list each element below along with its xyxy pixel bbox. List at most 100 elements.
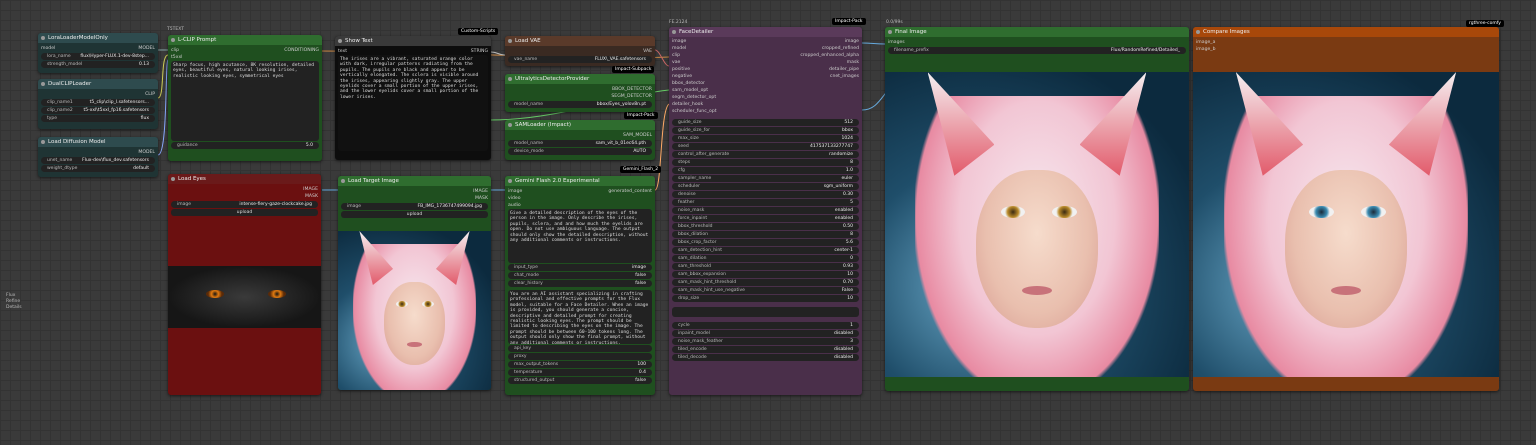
widget-bbox-crop-factor[interactable]: bbox_crop_factor 5.6	[672, 239, 859, 246]
widget-cfg[interactable]: cfg 1.0	[672, 167, 859, 174]
node-title[interactable]: SAMLoader (Impact)	[505, 120, 655, 130]
prompt-textarea[interactable]: Sharp focus, high acutance, 8K resolutio…	[171, 61, 319, 141]
widget-tiled-encode[interactable]: tiled_encode disabled	[672, 346, 859, 353]
input-port[interactable]: positive	[672, 66, 717, 73]
input-port[interactable]: segm_detector_opt	[672, 94, 717, 101]
output-bbox-detector[interactable]: BBOX_DETECTOR	[612, 86, 652, 93]
widget-guide-size-for[interactable]: guide_size_for bbox	[672, 127, 859, 134]
widget-force-inpaint[interactable]: force_inpaint enabled	[672, 215, 859, 222]
load-vae-node[interactable]: Load VAE VAE vae_name FLUX\_VAE.safetenso…	[505, 36, 655, 66]
output-port[interactable]: cropped_enhanced_alpha	[800, 52, 859, 59]
output-conditioning[interactable]: CONDITIONING	[284, 47, 319, 54]
input-port[interactable]: negative	[672, 73, 717, 80]
input-port[interactable]: clip	[672, 52, 717, 59]
widget-sam-threshold[interactable]: sam_threshold 0.93	[672, 263, 859, 270]
output-port[interactable]: detailer_pipe	[800, 66, 859, 73]
face-detailer-node[interactable]: FaceDetailer image model clip vae positive ne…	[669, 27, 862, 395]
input-port[interactable]: vae	[672, 59, 717, 66]
node-title[interactable]: DualCLIPLoader	[38, 79, 158, 89]
widget-clip-name2[interactable]: clip_name2 t5-xxl\t5xxl_fp16.safetensors	[41, 107, 155, 114]
node-title[interactable]: Final Image	[885, 27, 1189, 37]
widget-filename-prefix[interactable]: filename_prefix Flux/RandomRefined/Detail…	[888, 47, 1186, 54]
input-image-b[interactable]: image_b	[1196, 46, 1216, 53]
ultralytics-detector-node[interactable]: UltralyticsDetectorProvider BBOX_DETECTO…	[505, 74, 655, 112]
compare-images-node[interactable]: Compare Images image_a image_b	[1193, 27, 1499, 391]
widget-noise-mask[interactable]: noise_mask enabled	[672, 207, 859, 214]
widget-sampler-name[interactable]: sampler_name euler	[672, 175, 859, 182]
widget-model-name[interactable]: model_name bbox/Eyes_yolov8n.pt	[508, 101, 652, 108]
widget-scheduler[interactable]: scheduler sgm_uniform	[672, 183, 859, 190]
widget-bbox-dilation[interactable]: bbox_dilation 8	[672, 231, 859, 238]
node-title[interactable]: UltralyticsDetectorProvider	[505, 74, 655, 84]
widget-bbox-threshold[interactable]: bbox_threshold 0.50	[672, 223, 859, 230]
final-image-node[interactable]: Final Image images filename_prefix Flux/R…	[885, 27, 1189, 391]
input-port[interactable]: bbox_detector	[672, 80, 717, 87]
widget-api-key[interactable]: api_key	[508, 345, 652, 352]
widget-control-after-generate[interactable]: control_after_generate randomize	[672, 151, 859, 158]
gemini-flash-node[interactable]: Gemini Flash 2.0 Experimental image gener…	[505, 176, 655, 395]
system-prompt-textarea[interactable]: You are an AI assistant specializing in …	[508, 290, 652, 344]
output-vae[interactable]: VAE	[643, 48, 652, 55]
widget-vae-name[interactable]: vae_name FLUX\_VAE.safetensors	[508, 56, 652, 63]
input-t5xxl[interactable]: t5xxl	[171, 54, 182, 61]
widget-max-size[interactable]: max_size 1024	[672, 135, 859, 142]
widget-seed[interactable]: seed 417537133277747	[672, 143, 859, 150]
widget-lora-name[interactable]: lora_name flux\Hyper-FLUX.1-dev-8step...	[41, 53, 155, 60]
widget-guidance[interactable]: guidance 5.0	[171, 142, 319, 149]
widget-guide-size[interactable]: guide_size 512	[672, 119, 859, 126]
output-segm-detector[interactable]: SEGM_DETECTOR	[611, 93, 652, 100]
output-mask[interactable]: MASK	[475, 195, 488, 202]
widget-tiled-decode[interactable]: tiled_decode disabled	[672, 354, 859, 361]
load-target-image-node[interactable]: Load Target Image IMAGE MASK image FB_IMG…	[338, 176, 491, 390]
widget-model-name[interactable]: model_name sam_vit_b_01ec64.pth	[508, 140, 652, 147]
dual-clip-loader-node[interactable]: DualCLIPLoader CLIP clip_name1 t5_clip\cl…	[38, 79, 158, 129]
load-diffusion-model-node[interactable]: Load Diffusion Model MODEL unet_name Flux…	[38, 137, 158, 177]
node-title[interactable]: Compare Images	[1193, 27, 1499, 37]
output-clip[interactable]: CLIP	[145, 91, 155, 98]
input-port[interactable]: detailer_hook	[672, 101, 717, 108]
widget-sam-mask-hint-use-negative[interactable]: sam_mask_hint_use_negative False	[672, 287, 859, 294]
widget-chat-mode[interactable]: chat_mode false	[508, 272, 652, 279]
output-model[interactable]: MODEL	[138, 45, 155, 52]
node-title[interactable]: Show Text	[335, 36, 491, 46]
widget-structured-output[interactable]: structured_output false	[508, 377, 652, 384]
input-video[interactable]: video	[508, 195, 521, 202]
widget-image[interactable]: image FB_IMG_1736747499094.jpg	[341, 203, 488, 210]
node-title[interactable]: L-CLIP Prompt	[168, 35, 322, 45]
output-model[interactable]: MODEL	[138, 149, 155, 156]
node-title[interactable]: Load Eyes	[168, 174, 321, 184]
output-port[interactable]: cnet_images	[800, 73, 859, 80]
widget-unet-name[interactable]: unet_name Flux-dev\flux_dev.safetensors	[41, 157, 155, 164]
input-audio[interactable]: audio	[508, 202, 521, 209]
input-image-a[interactable]: image_a	[1196, 39, 1215, 46]
output-port[interactable]: cropped_refined	[800, 45, 859, 52]
widget-sam-detection-hint[interactable]: sam_detection_hint center-1	[672, 247, 859, 254]
load-eyes-node[interactable]: Load Eyes IMAGE MASK image intense-fiery-…	[168, 174, 321, 395]
widget-sam-dilation[interactable]: sam_dilation 0	[672, 255, 859, 262]
sam-loader-node[interactable]: SAMLoader (Impact) SAM_MODEL model_name s…	[505, 120, 655, 160]
node-title[interactable]: FaceDetailer	[669, 27, 862, 37]
node-title[interactable]: Load Diffusion Model	[38, 137, 158, 147]
widget-steps[interactable]: steps 8	[672, 159, 859, 166]
widget-clear-history[interactable]: clear_history false	[508, 280, 652, 287]
widget-inpaint-model[interactable]: inpaint_model disabled	[672, 330, 859, 337]
widget-max-output-tokens[interactable]: max_output_tokens 100	[508, 361, 652, 368]
show-text-node[interactable]: Show Text text STRING The irises are a vi…	[335, 36, 491, 160]
output-string[interactable]: STRING	[471, 48, 488, 55]
widget-noise-mask-feather[interactable]: noise_mask_feather 3	[672, 338, 859, 345]
upload-button[interactable]: upload	[341, 211, 488, 218]
input-port[interactable]: sam_model_opt	[672, 87, 717, 94]
widget-device-mode[interactable]: device_mode AUTO	[508, 148, 652, 155]
widget-weight-dtype[interactable]: weight_dtype default	[41, 165, 155, 172]
node-title[interactable]: Gemini Flash 2.0 Experimental	[505, 176, 655, 186]
input-port[interactable]: image	[672, 38, 717, 45]
widget-clip-name1[interactable]: clip_name1 t5_clip\clip_l.safetensors...	[41, 99, 155, 106]
lora-loader-node[interactable]: LoraLoaderModelOnly model MODEL lora_name…	[38, 33, 158, 73]
widget-denoise[interactable]: denoise 0.30	[672, 191, 859, 198]
wildcard-textbox[interactable]	[672, 307, 859, 317]
widget-sam-mask-hint-threshold[interactable]: sam_mask_hint_threshold 0.70	[672, 279, 859, 286]
widget-feather[interactable]: feather 5	[672, 199, 859, 206]
clip-prompt-node[interactable]: L-CLIP Prompt clip CONDITIONING t5xxl Sha…	[168, 35, 322, 161]
input-port[interactable]: model	[672, 45, 717, 52]
output-image[interactable]: IMAGE	[473, 188, 488, 195]
